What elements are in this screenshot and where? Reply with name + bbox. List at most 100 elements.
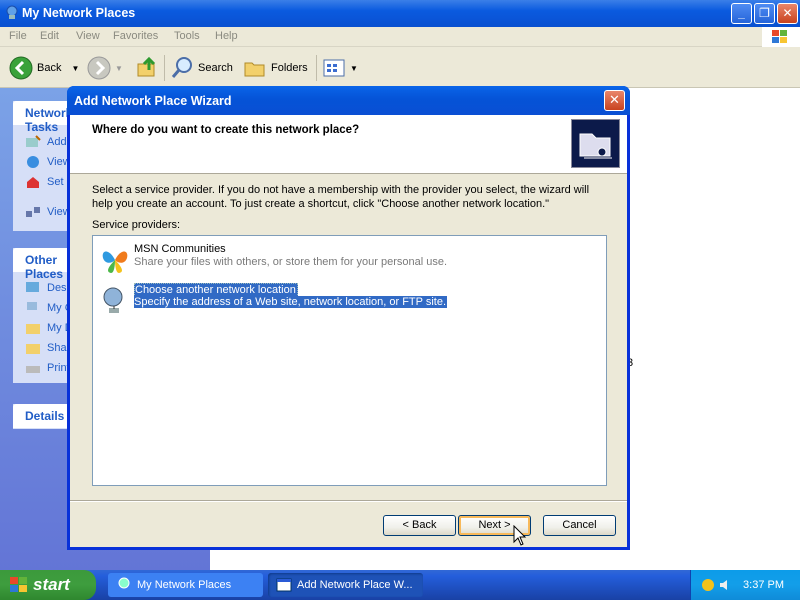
up-folder-button[interactable] xyxy=(135,55,159,81)
forward-arrow-icon xyxy=(87,56,111,80)
globe-icon xyxy=(27,156,39,168)
folders-label: Folders xyxy=(271,62,308,74)
chevron-down-icon[interactable]: ▼ xyxy=(71,64,79,73)
views-button[interactable]: ▼ xyxy=(322,55,358,81)
menu-edit[interactable]: Edit xyxy=(40,30,59,42)
menu-view[interactable]: View xyxy=(76,30,100,42)
taskbar: start My Network Places Add Network Plac… xyxy=(0,570,800,600)
dialog-title: Add Network Place Wizard xyxy=(74,94,232,108)
tray-app-icon[interactable] xyxy=(700,577,716,593)
desktop-icon xyxy=(26,282,39,292)
place-label: My Computer xyxy=(47,302,67,314)
details-header[interactable]: Details xyxy=(13,404,73,428)
provider-desc: Specify the address of a Web site, netwo… xyxy=(134,296,448,308)
dialog-question: Where do you want to create this network… xyxy=(92,124,360,136)
forward-button[interactable]: ▼ xyxy=(87,55,123,81)
network-tasks-header[interactable]: Network Tasks xyxy=(13,101,73,134)
workgroup-icon xyxy=(26,207,40,217)
add-network-place-wizard: Add Network Place Wizard ✕ Where do you … xyxy=(67,86,630,550)
chevron-down-icon[interactable]: ▼ xyxy=(350,64,358,73)
task-label: Set up a home or small office network xyxy=(47,176,67,188)
task-view-connections[interactable]: View network connections xyxy=(25,155,67,169)
chevron-down-icon[interactable]: ▼ xyxy=(115,64,123,73)
windows-logo-icon xyxy=(762,27,800,47)
dialog-titlebar[interactable]: Add Network Place Wizard ✕ xyxy=(67,86,630,115)
up-folder-icon xyxy=(137,56,156,77)
menu-tools[interactable]: Tools xyxy=(174,30,200,42)
menu-file[interactable]: File xyxy=(9,30,27,42)
wizard-window-icon xyxy=(276,578,292,592)
taskbar-item-label: My Network Places xyxy=(137,579,232,591)
printer-icon xyxy=(26,366,40,373)
place-my-documents[interactable]: My Documents xyxy=(25,321,67,335)
dialog-separator xyxy=(70,500,627,502)
task-label: Add a network place xyxy=(47,136,67,148)
back-label: Back xyxy=(37,62,62,74)
details-panel: Details xyxy=(13,404,73,429)
dialog-close-button[interactable]: ✕ xyxy=(604,90,625,111)
menu-bar: File Edit View Favorites Tools Help xyxy=(0,27,800,47)
msn-butterfly-icon xyxy=(102,251,128,273)
system-tray: 3:37 PM xyxy=(690,570,800,600)
provider-name: MSN Communities xyxy=(134,243,226,255)
menu-help[interactable]: Help xyxy=(215,30,238,42)
place-shared-documents[interactable]: Shared Documents xyxy=(25,341,67,355)
place-printers[interactable]: Printers and Faxes xyxy=(25,361,67,375)
place-label: Printers and Faxes xyxy=(47,362,67,374)
shared-folder-icon xyxy=(26,344,40,354)
dialog-description: Select a service provider. If you do not… xyxy=(92,184,590,210)
place-label: My Documents xyxy=(47,322,67,334)
task-setup-network[interactable]: Set up a home or small office network xyxy=(25,175,67,189)
network-globe-icon xyxy=(103,287,123,313)
computer-icon xyxy=(27,302,37,310)
task-view-workgroup[interactable]: View workgroup computers xyxy=(25,205,67,219)
dialog-header: Where do you want to create this network… xyxy=(70,115,627,174)
windows-flag-icon xyxy=(10,577,27,592)
mouse-cursor-icon xyxy=(513,525,527,546)
cancel-button[interactable]: Cancel xyxy=(543,515,616,536)
provider-desc: Share your files with others, or store t… xyxy=(134,256,448,268)
main-window-title: My Network Places xyxy=(22,6,136,20)
task-label: View network connections xyxy=(47,156,67,168)
network-places-icon xyxy=(118,577,130,589)
other-places-header[interactable]: Other Places xyxy=(13,248,73,281)
toolbar: Back ▼ ▼ Search Folders ▼ xyxy=(0,47,800,88)
back-arrow-icon xyxy=(9,56,33,80)
maximize-button[interactable]: ❐ xyxy=(754,3,775,24)
minimize-button[interactable]: _ xyxy=(731,3,752,24)
menu-favorites[interactable]: Favorites xyxy=(113,30,158,42)
main-window-titlebar[interactable]: My Network Places _ ❐ ✕ xyxy=(0,0,800,27)
views-icon xyxy=(323,59,345,77)
task-label: View workgroup computers xyxy=(47,206,67,218)
place-label: Shared Documents xyxy=(47,342,67,354)
search-icon xyxy=(171,57,192,78)
start-button[interactable]: start xyxy=(0,570,96,600)
search-label: Search xyxy=(198,62,233,74)
task-add-network-place[interactable]: Add a network place xyxy=(25,135,67,149)
network-folder-icon xyxy=(571,119,620,168)
service-providers-list[interactable]: MSN Communities Share your files with ot… xyxy=(92,235,607,486)
provider-other-location[interactable]: Choose another network location Specify … xyxy=(99,282,599,318)
folder-icon xyxy=(26,324,40,334)
close-button[interactable]: ✕ xyxy=(777,3,798,24)
start-label: start xyxy=(33,575,70,594)
dialog-body: Where do you want to create this network… xyxy=(70,115,627,547)
provider-msn-communities[interactable]: MSN Communities Share your files with ot… xyxy=(99,242,599,278)
place-label: Desktop xyxy=(47,282,67,294)
clock[interactable]: 3:37 PM xyxy=(743,579,784,591)
taskbar-item-my-network-places[interactable]: My Network Places xyxy=(108,573,263,597)
search-button[interactable]: Search xyxy=(170,55,233,81)
back-button[interactable]: Back ▼ xyxy=(9,55,79,81)
place-desktop[interactable]: Desktop xyxy=(25,281,67,295)
service-providers-label: Service providers: xyxy=(92,219,181,231)
network-places-icon xyxy=(6,5,18,19)
volume-icon[interactable] xyxy=(718,577,734,593)
folders-button[interactable]: Folders xyxy=(243,55,308,81)
add-place-icon xyxy=(26,135,41,147)
provider-name: Choose another network location xyxy=(134,283,298,297)
back-button[interactable]: < Back xyxy=(383,515,456,536)
taskbar-item-label: Add Network Place W... xyxy=(297,579,413,591)
taskbar-item-wizard[interactable]: Add Network Place W... xyxy=(268,573,423,597)
folders-icon xyxy=(244,62,265,77)
place-my-computer[interactable]: My Computer xyxy=(25,301,67,315)
